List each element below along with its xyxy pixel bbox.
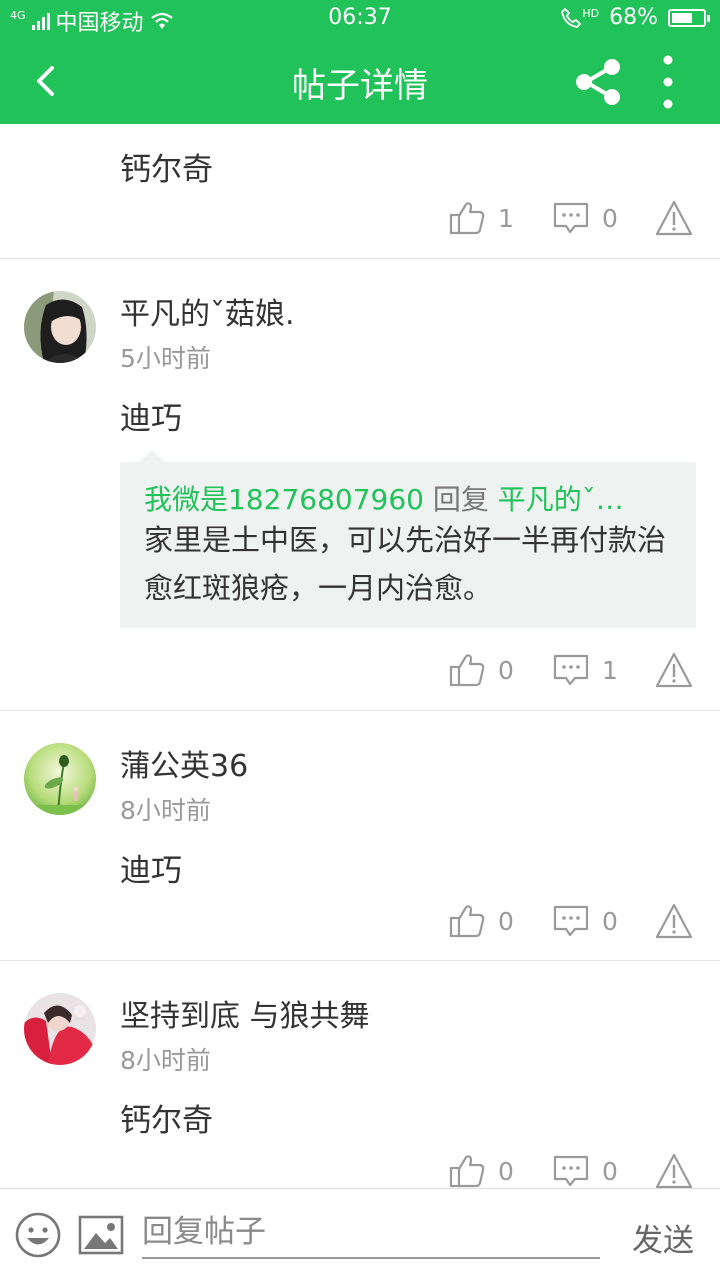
comment-button[interactable]: 1 bbox=[552, 650, 618, 690]
battery-icon bbox=[668, 8, 710, 27]
title-bar: 帖子详情 bbox=[0, 38, 720, 124]
like-count: 1 bbox=[498, 203, 514, 233]
more-vertical-icon[interactable] bbox=[648, 52, 688, 112]
comment-count: 1 bbox=[602, 655, 618, 685]
report-button[interactable] bbox=[654, 901, 694, 941]
report-button[interactable] bbox=[654, 650, 694, 690]
comment-icon bbox=[553, 202, 589, 234]
reply-input[interactable] bbox=[142, 1207, 600, 1259]
post-time: 8小时前 bbox=[120, 1046, 211, 1075]
comment-text: 钙尔奇 bbox=[120, 152, 213, 188]
report-button[interactable] bbox=[654, 1151, 694, 1188]
hd-label: HD bbox=[582, 6, 600, 20]
thumbs-up-icon bbox=[449, 654, 485, 687]
phone-hd-icon: HD bbox=[560, 7, 599, 29]
comment-count: 0 bbox=[602, 1156, 618, 1186]
comment-text: 迪巧 bbox=[120, 853, 182, 889]
emoji-icon[interactable] bbox=[14, 1211, 62, 1259]
comment-item: 坚持到底 与狼共舞 8小时前 钙尔奇 0 0 bbox=[0, 961, 720, 1188]
warning-icon bbox=[655, 200, 693, 236]
comment-icon bbox=[553, 1155, 589, 1187]
username[interactable]: 蒲公英36 bbox=[120, 741, 248, 785]
reply-text: 家里是土中医，可以先治好一半再付款治愈红斑狼疮，一月内治愈。 bbox=[144, 523, 667, 605]
like-button[interactable]: 0 bbox=[448, 901, 514, 941]
comment-list[interactable]: 钙尔奇 1 0 平凡的ˇ菇娘. 5小时前 迪巧 我微是18276807960 回… bbox=[0, 124, 720, 1188]
reply-author[interactable]: 我微是18276807960 bbox=[144, 483, 424, 516]
comment-icon bbox=[553, 905, 589, 937]
warning-icon bbox=[655, 652, 693, 688]
username[interactable]: 平凡的ˇ菇娘. bbox=[120, 289, 295, 333]
warning-icon bbox=[655, 903, 693, 939]
image-icon[interactable] bbox=[78, 1214, 124, 1256]
comment-item: 钙尔奇 1 0 bbox=[0, 124, 720, 259]
post-time: 5小时前 bbox=[120, 344, 211, 373]
post-time: 8小时前 bbox=[120, 796, 211, 825]
comment-button[interactable]: 0 bbox=[552, 198, 618, 238]
comment-count: 0 bbox=[602, 203, 618, 233]
reply-header: 我微是18276807960 回复 平凡的ˇ… bbox=[144, 478, 674, 518]
like-count: 0 bbox=[498, 655, 514, 685]
comment-count: 0 bbox=[602, 906, 618, 936]
like-button[interactable]: 0 bbox=[448, 650, 514, 690]
comment-text: 钙尔奇 bbox=[120, 1103, 213, 1139]
avatar[interactable] bbox=[24, 743, 96, 815]
comment-icon bbox=[553, 654, 589, 686]
send-button[interactable]: 发送 bbox=[632, 1215, 694, 1260]
thumbs-up-icon bbox=[449, 202, 485, 235]
reply-verb: 回复 bbox=[432, 483, 489, 516]
comment-text: 迪巧 bbox=[120, 401, 182, 437]
reply-target[interactable]: 平凡的ˇ… bbox=[498, 483, 624, 516]
reply-box[interactable]: 我微是18276807960 回复 平凡的ˇ… 家里是土中医，可以先治好一半再付… bbox=[120, 450, 696, 628]
comment-item: 平凡的ˇ菇娘. 5小时前 迪巧 我微是18276807960 回复 平凡的ˇ… … bbox=[0, 259, 720, 711]
status-bar: 4G 中国移动 06:37 HD 68% bbox=[0, 0, 720, 38]
comment-button[interactable]: 0 bbox=[552, 1151, 618, 1188]
thumbs-up-icon bbox=[449, 1155, 485, 1188]
battery-percent: 68% bbox=[609, 5, 658, 30]
avatar[interactable] bbox=[24, 291, 96, 363]
share-icon[interactable] bbox=[570, 54, 626, 110]
comment-button[interactable]: 0 bbox=[552, 901, 618, 941]
report-button[interactable] bbox=[654, 198, 694, 238]
warning-icon bbox=[655, 1153, 693, 1188]
battery-level bbox=[672, 12, 693, 23]
like-button[interactable]: 1 bbox=[448, 198, 514, 238]
avatar[interactable] bbox=[24, 993, 96, 1065]
like-count: 0 bbox=[498, 906, 514, 936]
thumbs-up-icon bbox=[449, 905, 485, 938]
comment-item: 蒲公英36 8小时前 迪巧 0 0 bbox=[0, 711, 720, 961]
like-count: 0 bbox=[498, 1156, 514, 1186]
like-button[interactable]: 0 bbox=[448, 1151, 514, 1188]
reply-bar: 发送 bbox=[0, 1188, 720, 1280]
username[interactable]: 坚持到底 与狼共舞 bbox=[120, 991, 370, 1035]
